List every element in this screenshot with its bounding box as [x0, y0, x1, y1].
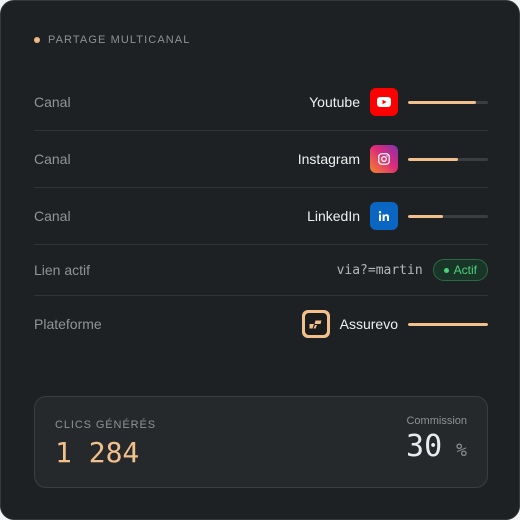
channel-name-instagram: Instagram	[297, 151, 360, 167]
platform-progress	[408, 322, 488, 326]
platform-label: Plateforme	[34, 316, 102, 332]
clicks-label: CLICS GÉNÉRÉS	[55, 419, 156, 431]
channel-row-linkedin[interactable]: Canal LinkedIn	[34, 202, 488, 230]
linkedin-icon	[370, 202, 398, 230]
status-badge: Actif	[432, 259, 488, 281]
channel-label: Canal	[34, 208, 71, 224]
status-dot-icon	[443, 267, 449, 273]
channel-row-youtube[interactable]: Canal Youtube	[34, 88, 488, 116]
youtube-icon	[370, 88, 398, 116]
card-title: PARTAGE MULTICANAL	[48, 34, 191, 46]
commission-label: Commission	[406, 415, 467, 427]
channel-progress-youtube	[408, 100, 488, 104]
status-badge-label: Actif	[453, 263, 477, 277]
assurevo-logo-icon	[301, 310, 330, 338]
channel-progress-linkedin	[408, 214, 488, 218]
channel-row-instagram[interactable]: Canal Instagram	[34, 145, 488, 173]
multichannel-share-card: PARTAGE MULTICANAL Canal Youtube Canal I…	[0, 0, 520, 520]
active-link-row: Lien actif via?=martin Actif	[34, 259, 488, 281]
divider	[34, 187, 488, 188]
channel-label: Canal	[34, 151, 71, 167]
header-dot	[34, 37, 40, 43]
channel-progress-instagram	[408, 157, 488, 161]
clicks-value: 1 284	[55, 436, 140, 469]
channel-label: Canal	[34, 94, 71, 110]
commission-stat: Commission 30 %	[406, 415, 467, 464]
divider	[34, 244, 488, 245]
commission-unit: %	[456, 440, 467, 461]
active-link-value[interactable]: via?=martin	[337, 263, 423, 278]
stats-panel: CLICS GÉNÉRÉS 1 284 Commission 30 %	[34, 396, 488, 488]
instagram-icon	[370, 145, 398, 173]
platform-row[interactable]: Plateforme Assurevo	[34, 310, 488, 338]
clicks-stat: CLICS GÉNÉRÉS 1 284	[55, 419, 156, 469]
channel-name-youtube: Youtube	[309, 94, 360, 110]
divider	[34, 130, 488, 131]
channel-name-linkedin: LinkedIn	[307, 208, 360, 224]
divider	[34, 295, 488, 296]
card-header: PARTAGE MULTICANAL	[34, 34, 190, 46]
commission-value: 30	[406, 429, 443, 464]
active-link-label: Lien actif	[34, 262, 91, 278]
platform-name: Assurevo	[339, 316, 398, 332]
